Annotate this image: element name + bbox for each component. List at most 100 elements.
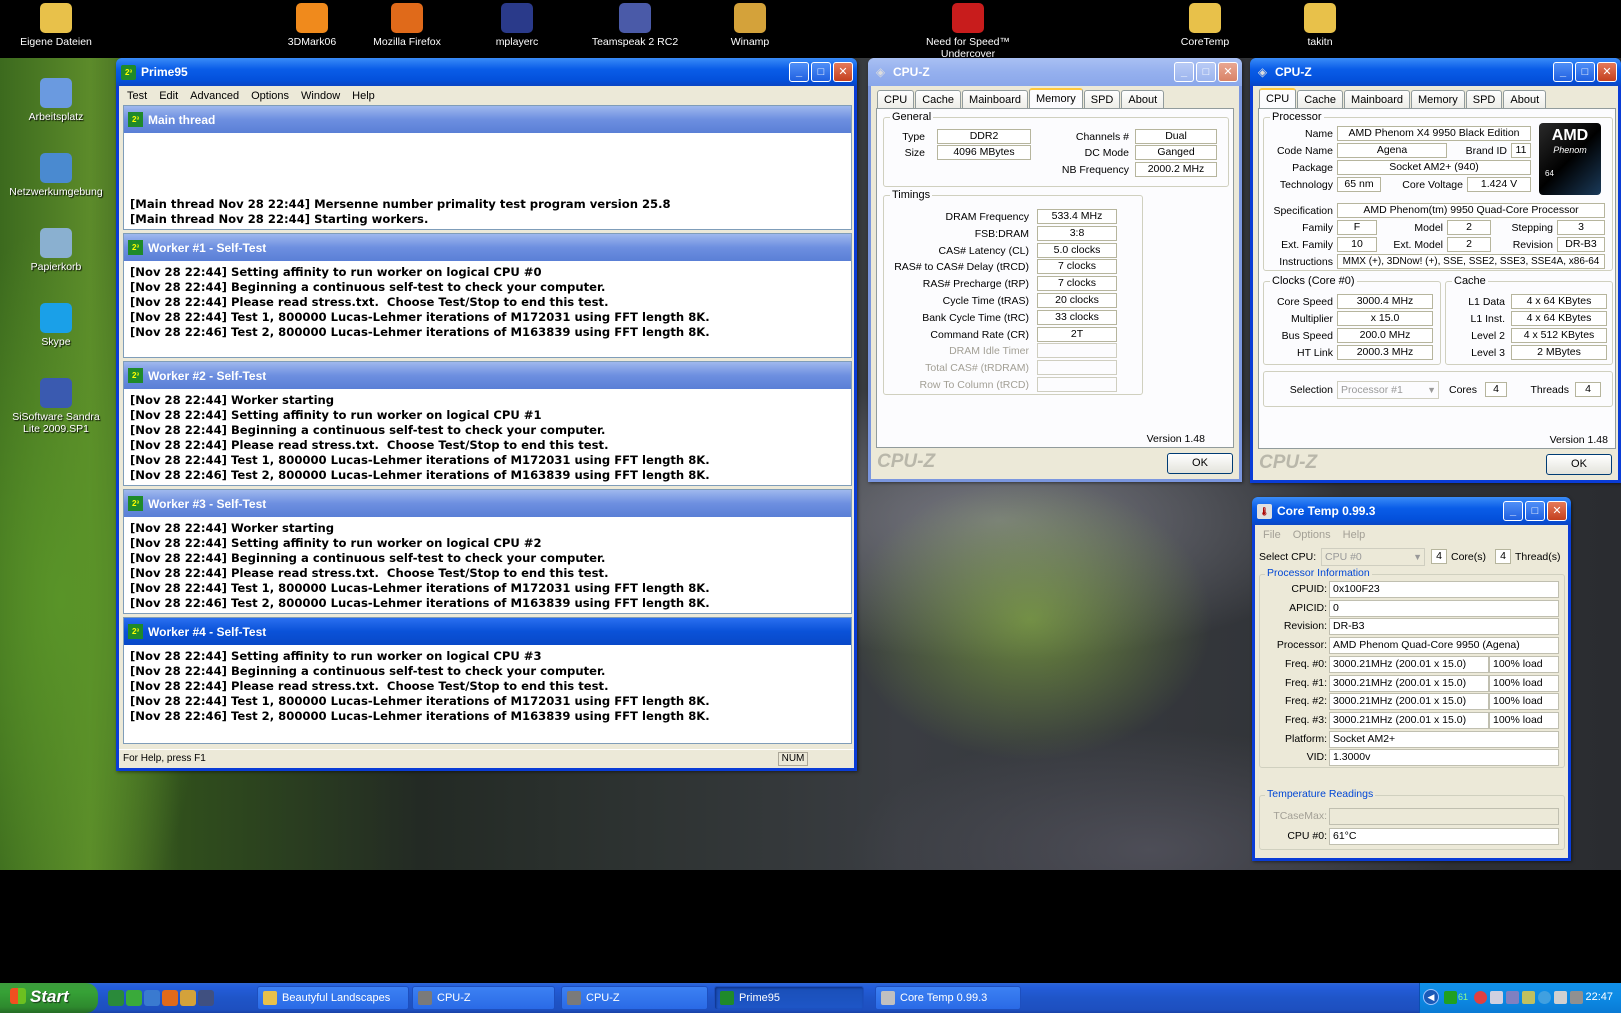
desktop-shortcut[interactable]: Arbeitsplatz <box>6 78 106 123</box>
selection-dropdown[interactable]: Processor #1 ▼ <box>1337 381 1439 399</box>
pane-title-bar[interactable]: 2³ Worker #1 - Self-Test <box>124 234 851 261</box>
tab-spd[interactable]: SPD <box>1465 90 1503 110</box>
maximize-button[interactable]: □ <box>1575 62 1595 82</box>
close-button[interactable]: ✕ <box>1547 501 1567 521</box>
tab-cache[interactable]: Cache <box>1297 90 1344 110</box>
tab-about[interactable]: About <box>1503 90 1547 110</box>
tab-memory[interactable]: Memory <box>1029 88 1083 110</box>
volume-tray-icon[interactable] <box>1554 991 1567 1004</box>
desktop-shortcut[interactable]: Eigene Dateien <box>6 3 106 48</box>
tab-mainboard[interactable]: Mainboard <box>1344 90 1411 110</box>
taskbar-button[interactable]: CPU-Z <box>561 986 708 1010</box>
minimize-button[interactable]: _ <box>1553 62 1573 82</box>
taskbar-button[interactable]: Beautyful Landscapes <box>257 986 409 1010</box>
desktop-shortcut[interactable]: CoreTemp <box>1155 3 1255 48</box>
desktop-shortcut[interactable]: Teamspeak 2 RC2 <box>585 3 685 48</box>
chevron-left-icon[interactable]: ◀ <box>1423 989 1439 1005</box>
tab-cpu[interactable]: CPU <box>1259 88 1297 110</box>
pane-title-bar[interactable]: 2³ Worker #4 - Self-Test <box>124 618 851 645</box>
app-icon[interactable] <box>126 990 142 1006</box>
desktop-shortcut[interactable]: mplayerc <box>467 3 567 48</box>
close-button[interactable]: ✕ <box>833 62 853 82</box>
maximize-button[interactable]: □ <box>811 62 831 82</box>
taskbar-button[interactable]: Prime95 <box>714 986 864 1010</box>
logo-bits: 64 <box>1545 169 1554 178</box>
app-tray-icon[interactable] <box>1522 991 1535 1004</box>
worker-pane[interactable]: 2³ Worker #3 - Self-Test [Nov 28 22:44] Wo… <box>123 489 852 614</box>
app-tray-icon[interactable] <box>1474 991 1487 1004</box>
coretemp-tray-icon[interactable] <box>1444 991 1457 1004</box>
coretemp-titlebar[interactable]: 🌡 Core Temp 0.99.3 _ □ ✕ <box>1252 497 1571 525</box>
tab-about[interactable]: About <box>1121 90 1165 110</box>
app-icon[interactable] <box>144 990 160 1006</box>
ok-button[interactable]: OK <box>1167 453 1233 474</box>
minimize-button[interactable]: _ <box>1174 62 1194 82</box>
worker-pane[interactable]: 2³ Main thread [Main thread Nov 28 22:44] … <box>123 105 852 230</box>
worker-pane[interactable]: 2³ Worker #4 - Self-Test [Nov 28 22:44] Se… <box>123 617 852 744</box>
desktop-shortcut[interactable]: takitn <box>1270 3 1370 48</box>
menu-item[interactable]: Advanced <box>184 90 245 102</box>
extfamily-value: 10 <box>1337 237 1377 252</box>
desktop-shortcut[interactable]: SiSoftware Sandra Lite 2009.SP1 <box>6 378 106 435</box>
app-tray-icon[interactable] <box>1570 991 1583 1004</box>
tab-cache[interactable]: Cache <box>915 90 962 110</box>
close-button[interactable]: ✕ <box>1597 62 1617 82</box>
app-icon[interactable] <box>198 990 214 1006</box>
pane-title-bar[interactable]: 2³ Worker #2 - Self-Test <box>124 362 851 389</box>
tab-mainboard[interactable]: Mainboard <box>962 90 1029 110</box>
tab-memory[interactable]: Memory <box>1411 90 1465 110</box>
menu-item[interactable]: Window <box>295 90 346 102</box>
cpuz-memory-titlebar[interactable]: ◈ CPU-Z _ □ ✕ <box>868 58 1242 86</box>
threads-label: Thread(s) <box>1515 551 1561 563</box>
menu-item[interactable]: Edit <box>153 90 184 102</box>
window-title: Prime95 <box>141 65 188 79</box>
busspeed-value: 200.0 MHz <box>1337 328 1433 343</box>
desktop-shortcut[interactable]: Winamp <box>700 3 800 48</box>
pane-title-bar[interactable]: 2³ Worker #3 - Self-Test <box>124 490 851 517</box>
app-tray-icon[interactable] <box>1506 991 1519 1004</box>
show-desktop-icon[interactable] <box>108 990 124 1006</box>
start-button[interactable]: Start <box>0 983 98 1013</box>
prime95-titlebar[interactable]: 2³ Prime95 _ □ ✕ <box>116 58 857 86</box>
minimize-button[interactable]: _ <box>1503 501 1523 521</box>
desktop-shortcut[interactable]: Mozilla Firefox <box>357 3 457 48</box>
close-button[interactable]: ✕ <box>1218 62 1238 82</box>
desktop-shortcut[interactable]: Papierkorb <box>6 228 106 273</box>
tab-spd[interactable]: SPD <box>1083 90 1121 110</box>
maximize-button[interactable]: □ <box>1525 501 1545 521</box>
network-tray-icon[interactable] <box>1490 991 1503 1004</box>
status-text: For Help, press F1 <box>123 753 206 764</box>
worker-pane[interactable]: 2³ Worker #1 - Self-Test [Nov 28 22:44] Se… <box>123 233 852 358</box>
timing-value <box>1037 343 1117 359</box>
l1data-label: L1 Data <box>1468 296 1505 308</box>
load-value: 100% load <box>1489 693 1559 711</box>
minimize-button[interactable]: _ <box>789 62 809 82</box>
winamp-icon[interactable] <box>180 990 196 1006</box>
worker-pane[interactable]: 2³ Worker #2 - Self-Test [Nov 28 22:44] Wo… <box>123 361 852 486</box>
amd-phenom-logo: AMD Phenom 64 <box>1539 123 1601 195</box>
skype-tray-icon[interactable] <box>1538 991 1551 1004</box>
taskbar-button[interactable]: CPU-Z <box>412 986 555 1010</box>
maximize-button[interactable]: □ <box>1196 62 1216 82</box>
brandid-value: 11 <box>1511 143 1531 158</box>
menu-item[interactable]: File <box>1257 529 1287 541</box>
menu-item[interactable]: Help <box>1337 529 1372 541</box>
desktop-shortcut[interactable]: Netzwerkumgebung <box>6 153 106 198</box>
ok-button[interactable]: OK <box>1546 454 1612 475</box>
log-line: [Nov 28 22:44] Please read stress.txt. C… <box>130 295 609 309</box>
menu-item[interactable]: Options <box>245 90 295 102</box>
menu-item[interactable]: Options <box>1287 529 1337 541</box>
menu-item[interactable]: Test <box>121 90 153 102</box>
tab-cpu[interactable]: CPU <box>877 90 915 110</box>
select-cpu-dropdown[interactable]: CPU #0 ▼ <box>1321 548 1425 566</box>
info-label: Freq. #3: <box>1284 713 1327 726</box>
cpuz-cpu-titlebar[interactable]: ◈ CPU-Z _ □ ✕ <box>1250 58 1621 86</box>
pane-title-bar[interactable]: 2³ Main thread <box>124 106 851 133</box>
desktop-shortcut[interactable]: 3DMark06 <box>262 3 362 48</box>
menu-item[interactable]: Help <box>346 90 381 102</box>
desktop-shortcut[interactable]: Need for Speed™ Undercover <box>918 3 1018 60</box>
taskbar-button[interactable]: Core Temp 0.99.3 <box>875 986 1021 1010</box>
desktop-shortcut[interactable]: Skype <box>6 303 106 348</box>
firefox-icon[interactable] <box>162 990 178 1006</box>
cpu-tab-panel: Processor Name AMD Phenom X4 9950 Black … <box>1258 108 1616 449</box>
